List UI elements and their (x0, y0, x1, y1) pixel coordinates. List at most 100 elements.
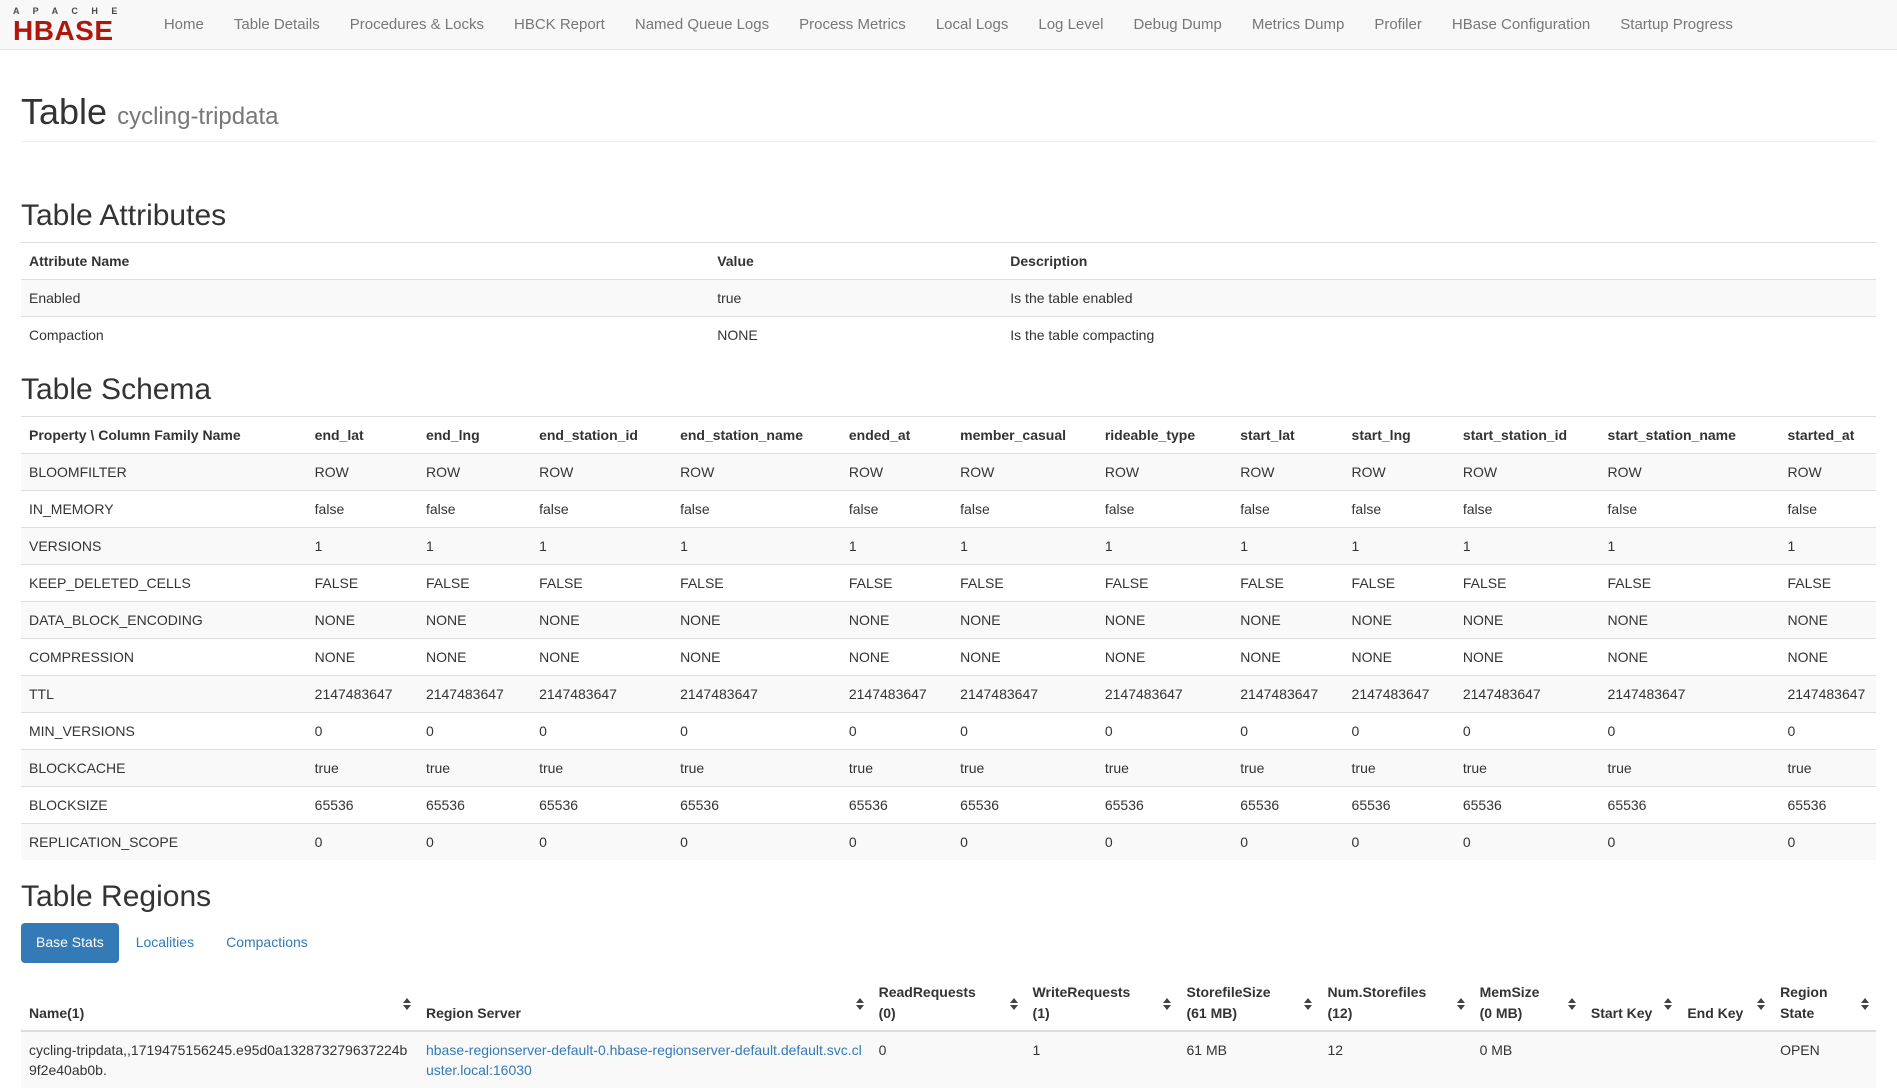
schema-value: 1 (1779, 527, 1876, 564)
nav-link-debug-dump[interactable]: Debug Dump (1118, 0, 1236, 50)
nav-item: HBCK Report (499, 0, 620, 50)
schema-value: 0 (1455, 823, 1600, 860)
nav-link-startup-progress[interactable]: Startup Progress (1605, 0, 1748, 50)
schema-value: true (531, 749, 672, 786)
region-storefile-size: 61 MB (1178, 1031, 1319, 1088)
schema-property: BLOCKSIZE (21, 786, 307, 823)
regions-col-num-storefiles-12[interactable]: Num.Storefiles(12) (1319, 978, 1471, 1031)
schema-row-data-block-encoding: DATA_BLOCK_ENCODINGNONENONENONENONENONEN… (21, 601, 1876, 638)
nav-link-hbase-configuration[interactable]: HBase Configuration (1437, 0, 1605, 50)
regions-col-region-server[interactable]: Region Server (418, 978, 871, 1031)
schema-row-min-versions: MIN_VERSIONS000000000000 (21, 712, 1876, 749)
schema-col-start-station-id: start_station_id (1455, 416, 1600, 453)
schema-row-in-memory: IN_MEMORYfalsefalsefalsefalsefalsefalsef… (21, 490, 1876, 527)
regions-col-region-state[interactable]: Region State (1772, 978, 1876, 1031)
regions-col-end-key[interactable]: End Key (1679, 978, 1772, 1031)
schema-value: NONE (307, 601, 418, 638)
schema-col-start-lng: start_lng (1344, 416, 1455, 453)
schema-value: ROW (952, 453, 1097, 490)
schema-value: 65536 (672, 786, 841, 823)
col-count: (61 MB) (1186, 1003, 1295, 1024)
schema-value: NONE (1097, 601, 1232, 638)
schema-value: NONE (1344, 601, 1455, 638)
schema-value: FALSE (307, 564, 418, 601)
schema-value: 2147483647 (841, 675, 952, 712)
attributes-heading: Table Attributes (21, 199, 1876, 232)
schema-property: REPLICATION_SCOPE (21, 823, 307, 860)
attr-cell: Enabled (21, 279, 709, 316)
table-regions: Name(1)Region Server ReadRequests (0) Write… (21, 978, 1876, 1088)
schema-value: 0 (418, 823, 531, 860)
nav-link-profiler[interactable]: Profiler (1359, 0, 1437, 50)
schema-value: 2147483647 (1097, 675, 1232, 712)
sort-icon (1010, 998, 1018, 1010)
schema-value: 2147483647 (672, 675, 841, 712)
schema-value: 65536 (1232, 786, 1343, 823)
nav-link-metrics-dump[interactable]: Metrics Dump (1237, 0, 1360, 50)
schema-heading: Table Schema (21, 373, 1876, 406)
nav-item: Startup Progress (1605, 0, 1748, 50)
schema-value: 0 (1344, 712, 1455, 749)
schema-corner-header: Property \ Column Family Name (21, 416, 307, 453)
col-label: WriteRequests (1033, 984, 1131, 1000)
schema-value: 0 (1097, 712, 1232, 749)
schema-value: 65536 (1344, 786, 1455, 823)
nav-item: Procedures & Locks (335, 0, 499, 50)
schema-value: NONE (672, 601, 841, 638)
region-num-storefiles: 12 (1319, 1031, 1471, 1088)
schema-value: NONE (1232, 601, 1343, 638)
regions-col-readrequests-0[interactable]: ReadRequests (0) (871, 978, 1025, 1031)
schema-value: 2147483647 (307, 675, 418, 712)
nav-link-process-metrics[interactable]: Process Metrics (784, 0, 921, 50)
region-server-link[interactable]: hbase-regionserver-default-0.hbase-regio… (426, 1042, 862, 1078)
schema-value: 0 (672, 823, 841, 860)
regions-header-row: Name(1)Region Server ReadRequests (0) Write… (21, 978, 1876, 1031)
regions-col-writerequests-1[interactable]: WriteRequests(1) (1025, 978, 1179, 1031)
schema-col-end-lng: end_lng (418, 416, 531, 453)
schema-value: false (418, 490, 531, 527)
schema-value: false (1344, 490, 1455, 527)
schema-value: FALSE (1344, 564, 1455, 601)
schema-value: 1 (1232, 527, 1343, 564)
schema-value: true (1232, 749, 1343, 786)
sort-icon (1861, 998, 1869, 1010)
nav-link-local-logs[interactable]: Local Logs (921, 0, 1024, 50)
nav-link-procedures-locks[interactable]: Procedures & Locks (335, 0, 499, 50)
nav-link-home[interactable]: Home (149, 0, 219, 50)
region-tab: Localities (121, 923, 209, 963)
schema-property: BLOCKCACHE (21, 749, 307, 786)
col-label: ReadRequests (879, 984, 976, 1000)
regions-col-start-key[interactable]: Start Key (1583, 978, 1679, 1031)
schema-col-rideable-type: rideable_type (1097, 416, 1232, 453)
schema-row-replication-scope: REPLICATION_SCOPE000000000000 (21, 823, 1876, 860)
regions-col-storefilesize-61-mb[interactable]: StorefileSize(61 MB) (1178, 978, 1319, 1031)
nav-link-log-level[interactable]: Log Level (1023, 0, 1118, 50)
region-region-state: OPEN (1772, 1031, 1876, 1088)
tab-compactions[interactable]: Compactions (211, 923, 323, 963)
nav-link-table-details[interactable]: Table Details (219, 0, 335, 50)
schema-value: 0 (1600, 823, 1780, 860)
col-count: (0) (879, 1003, 1001, 1024)
schema-value: 0 (841, 823, 952, 860)
nav-link-hbck-report[interactable]: HBCK Report (499, 0, 620, 50)
schema-value: NONE (841, 601, 952, 638)
schema-value: true (418, 749, 531, 786)
nav-link-named-queue-logs[interactable]: Named Queue Logs (620, 0, 784, 50)
tab-localities[interactable]: Localities (121, 923, 209, 963)
schema-col-started-at: started_at (1779, 416, 1876, 453)
hbase-logo[interactable]: A P A C H E HBASE (13, 4, 123, 45)
schema-value: 0 (1779, 823, 1876, 860)
schema-value: 0 (307, 823, 418, 860)
schema-row-ttl: TTL2147483647214748364721474836472147483… (21, 675, 1876, 712)
tab-base-stats[interactable]: Base Stats (21, 923, 119, 963)
schema-value: FALSE (1779, 564, 1876, 601)
schema-value: ROW (418, 453, 531, 490)
schema-value: 1 (672, 527, 841, 564)
nav-item: Metrics Dump (1237, 0, 1360, 50)
nav-item: Table Details (219, 0, 335, 50)
regions-col-memsize-0-mb[interactable]: MemSize(0 MB) (1472, 978, 1583, 1031)
logo-hbase-text: HBASE (13, 17, 123, 45)
regions-col-name-1[interactable]: Name(1) (21, 978, 418, 1031)
schema-row-versions: VERSIONS111111111111 (21, 527, 1876, 564)
schema-value: 0 (418, 712, 531, 749)
